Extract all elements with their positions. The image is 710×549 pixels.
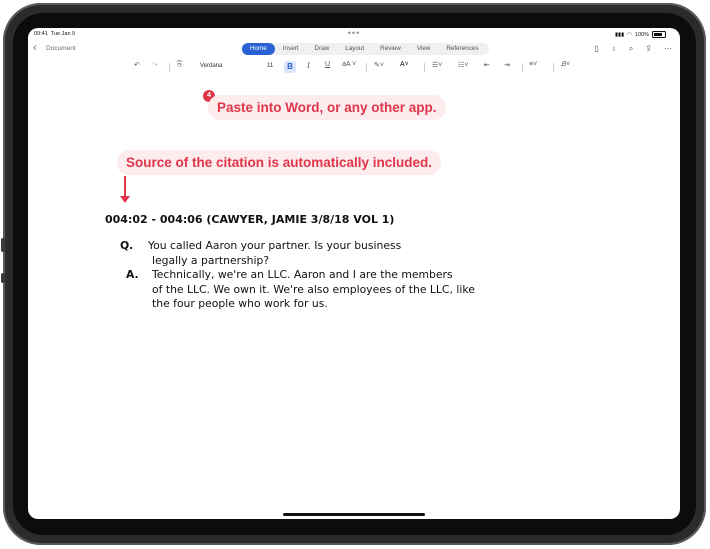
lightbulb-icon[interactable]: ♁ [611,44,617,54]
screen: 09:41 Tue Jan 9 ••• ▮▮▮ ◠ 100% ‹ Documen… [28,28,680,519]
top-bar: ‹ Document Home Insert Draw Layout Revie… [28,40,680,58]
battery-icon [652,31,666,38]
styles-icon[interactable]: Ꭿ˅ [561,61,570,69]
font-size-menu-label: aA [342,61,351,68]
decrease-indent-icon[interactable]: ⇤ [484,61,490,69]
answer-line: Technically, we're an LLC. Aaron and I a… [152,268,453,281]
bullets-icon[interactable]: ☰˅ [432,61,442,69]
source-callout: Source of the citation is automatically … [117,150,442,175]
multitasking-dots-icon[interactable]: ••• [348,28,360,38]
answer-label: A. [126,268,139,281]
highlighter-icon[interactable]: ✎˅ [374,61,384,69]
home-indicator[interactable] [283,513,425,516]
back-button-label[interactable]: Document [46,45,76,52]
status-time: 09:41 Tue Jan 9 [34,31,76,37]
side-button [1,238,5,252]
tab-references[interactable]: References [438,43,486,55]
font-name-value: Verdana [200,63,223,69]
divider [169,63,170,72]
font-name-selector[interactable]: Verdana [193,61,271,72]
question-label: Q. [120,239,134,252]
divider [366,63,367,72]
divider [424,63,425,72]
tab-draw[interactable]: Draw [307,43,338,55]
undo-icon[interactable]: ↶ [134,61,140,69]
citation-heading[interactable]: 004:02 - 004:06 (CAWYER, JAMIE 3/8/18 VO… [105,213,394,226]
arrow-head-icon [120,196,130,203]
tab-review[interactable]: Review [372,43,409,55]
side-button [1,273,5,283]
underline-button[interactable]: U [325,61,330,68]
answer-line: the four people who work for us. [152,297,328,310]
italic-button[interactable]: I [307,61,310,70]
search-icon[interactable]: ⌕ [629,44,633,54]
wifi-icon: ◠ [627,31,632,38]
increase-indent-icon[interactable]: ⇥ [504,61,510,69]
top-right-icons: ▯ ♁ ⌕ ⇪ ⋯ [594,44,672,54]
share-icon[interactable]: ⇪ [645,44,652,54]
font-color-icon[interactable]: A˅ [400,61,409,68]
signal-icon: ▮▮▮ [615,31,625,38]
bold-button[interactable]: B [284,61,296,73]
battery-label: 100% [634,31,649,38]
question-text[interactable]: You called Aaron your partner. Is your b… [148,239,401,268]
status-right: ▮▮▮ ◠ 100% [615,31,666,38]
ribbon-tabs: Home Insert Draw Layout Review View Refe… [240,43,489,55]
tab-layout[interactable]: Layout [337,43,372,55]
formatting-toolbar: ↶ ↷ ⎘ Verdana 11 B I U aA ˅ ✎˅ A˅ ☰˅ ☷˅ … [28,59,680,75]
answer-line: of the LLC. We own it. We're also employ… [152,282,475,296]
align-icon[interactable]: ≡˅ [529,61,537,68]
question-line: You called Aaron your partner. Is your b… [148,239,402,252]
device-mode-icon[interactable]: ▯ [594,44,598,54]
clipboard-icon[interactable]: ⎘ [177,61,183,69]
redo-icon[interactable]: ↷ [152,61,158,69]
answer-text[interactable]: Technically, we're an LLC. Aaron and I a… [152,268,475,312]
tab-view[interactable]: View [409,43,439,55]
status-bar: 09:41 Tue Jan 9 ••• ▮▮▮ ◠ 100% [28,28,680,40]
divider [522,63,523,72]
down-arrow-icon [124,176,126,198]
back-chevron-icon[interactable]: ‹ [33,42,37,54]
more-icon[interactable]: ⋯ [664,44,672,54]
question-line: legally a partnership? [152,253,270,267]
font-size-menu-button[interactable]: aA ˅ [342,61,356,68]
tab-insert[interactable]: Insert [275,43,307,55]
font-size-selector[interactable]: 11 [267,63,273,69]
paste-callout: Paste into Word, or any other app. [208,95,446,120]
divider [553,63,554,72]
tab-home[interactable]: Home [242,43,275,55]
numbering-icon[interactable]: ☷˅ [458,61,468,69]
